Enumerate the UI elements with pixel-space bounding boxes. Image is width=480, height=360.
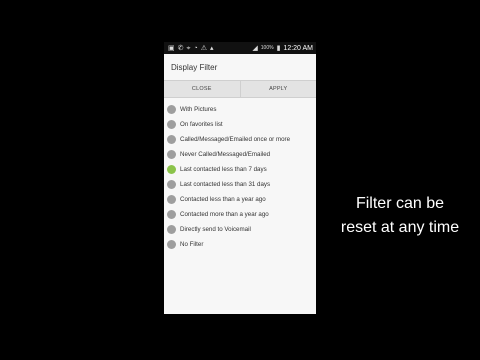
filter-option-label: With Pictures <box>180 106 217 113</box>
radio-button[interactable] <box>167 150 176 159</box>
filter-option-with-pictures[interactable]: With Pictures <box>164 102 316 117</box>
dialog-button-row: CLOSE APPLY <box>164 80 316 98</box>
missed-call-icon: ✆ <box>177 44 184 52</box>
status-bar: ▣ ✆ ⌖ ◔ ⚠ ▴ ◢ 100% ▮ 12:20 AM <box>164 42 316 54</box>
filter-option-contacted-once[interactable]: Called/Messaged/Emailed once or more <box>164 132 316 147</box>
caption-line-1: Filter can be <box>355 195 445 212</box>
filter-option-voicemail[interactable]: Directly send to Voicemail <box>164 222 316 237</box>
filter-option-no-filter[interactable]: No Filter <box>164 237 316 252</box>
filter-option-label: Last contacted less than 31 days <box>180 181 271 188</box>
filter-options-list: With Pictures On favorites list Called/M… <box>164 98 316 252</box>
caption-line-2: reset at any time <box>340 219 460 236</box>
signal-icon: ◢ <box>252 44 258 52</box>
radio-button[interactable] <box>167 225 176 234</box>
filter-option-last-7-days[interactable]: Last contacted less than 7 days <box>164 162 316 177</box>
filter-option-label: Called/Messaged/Emailed once or more <box>180 136 291 143</box>
apply-button[interactable]: APPLY <box>239 81 317 97</box>
radio-button-selected[interactable] <box>167 165 176 174</box>
filter-option-label: On favorites list <box>180 121 223 128</box>
radio-button[interactable] <box>167 240 176 249</box>
download-icon: ▴ <box>209 44 214 52</box>
filter-option-label: Last contacted less than 7 days <box>180 166 267 173</box>
radio-button[interactable] <box>167 135 176 144</box>
status-bar-left: ▣ ✆ ⌖ ◔ ⚠ ▴ <box>168 45 213 52</box>
radio-button[interactable] <box>167 105 176 114</box>
filter-option-last-31-days[interactable]: Last contacted less than 31 days <box>164 177 316 192</box>
filter-option-favorites[interactable]: On favorites list <box>164 117 316 132</box>
notification-icon: ▣ <box>168 44 175 52</box>
caption-text: Filter can be reset at any time <box>330 192 470 240</box>
radio-button[interactable] <box>167 210 176 219</box>
location-icon: ⌖ <box>186 44 191 52</box>
radio-button[interactable] <box>167 195 176 204</box>
phone-screen: ▣ ✆ ⌖ ◔ ⚠ ▴ ◢ 100% ▮ 12:20 AM Display Fi… <box>164 42 316 314</box>
clock: 12:20 AM <box>283 44 313 52</box>
wifi-icon: ◔ <box>193 44 198 52</box>
filter-option-label: Contacted more than a year ago <box>180 211 269 218</box>
alert-icon: ⚠ <box>200 44 207 52</box>
close-button[interactable]: CLOSE <box>164 81 240 97</box>
battery-percent: 100% <box>260 45 274 51</box>
battery-icon: ▮ <box>276 44 281 52</box>
filter-option-more-than-year[interactable]: Contacted more than a year ago <box>164 207 316 222</box>
filter-option-label: Never Called/Messaged/Emailed <box>180 151 271 158</box>
filter-option-never-contacted[interactable]: Never Called/Messaged/Emailed <box>164 147 316 162</box>
filter-option-label: Directly send to Voicemail <box>180 226 251 233</box>
filter-option-less-than-year[interactable]: Contacted less than a year ago <box>164 192 316 207</box>
radio-button[interactable] <box>167 120 176 129</box>
radio-button[interactable] <box>167 180 176 189</box>
filter-option-label: Contacted less than a year ago <box>180 196 266 203</box>
dialog-title: Display Filter <box>164 54 316 80</box>
filter-option-label: No Filter <box>180 241 204 248</box>
status-bar-right: ◢ 100% ▮ 12:20 AM <box>252 45 313 52</box>
